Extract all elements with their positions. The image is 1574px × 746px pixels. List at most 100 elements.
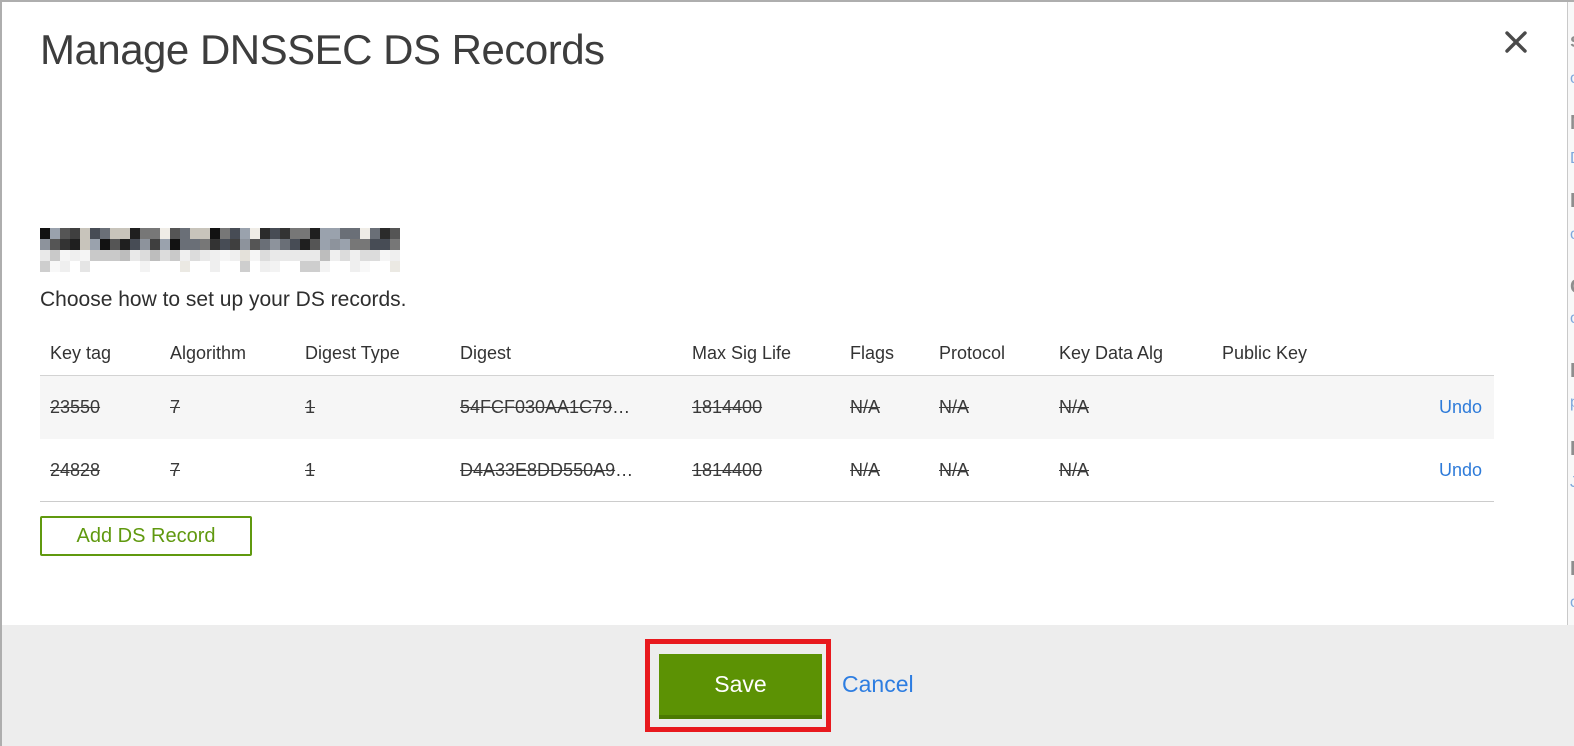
redaction-pixel	[130, 239, 140, 250]
column-header: Public Key	[1222, 343, 1308, 363]
redaction-pixel	[80, 261, 90, 272]
redaction-pixel	[50, 261, 60, 272]
redaction-pixel	[130, 250, 140, 261]
redaction-pixel	[90, 228, 100, 239]
redaction-pixel	[320, 261, 330, 272]
cell-value: N/A	[1059, 397, 1090, 417]
redaction-pixel	[200, 261, 210, 272]
close-icon[interactable]	[1500, 26, 1532, 58]
redaction-pixel	[160, 250, 170, 261]
redaction-pixel	[170, 250, 180, 261]
redaction-pixel	[260, 239, 270, 250]
redaction-pixel	[40, 239, 50, 250]
redaction-pixel	[290, 239, 300, 250]
redaction-pixel	[120, 261, 130, 272]
redaction-pixel	[190, 261, 200, 272]
redaction-pixel	[190, 228, 200, 239]
cell-value: 1	[305, 397, 316, 417]
redaction-pixel	[230, 250, 240, 261]
page-title: Manage DNSSEC DS Records	[40, 26, 605, 73]
table-cell: 1814400	[682, 397, 840, 418]
save-button[interactable]: Save	[659, 654, 822, 719]
redaction-pixel	[100, 250, 110, 261]
redaction-pixel	[190, 239, 200, 250]
redaction-pixel	[210, 250, 220, 261]
redaction-pixel	[60, 250, 70, 261]
redaction-pixel	[260, 261, 270, 272]
cell-value: N/A	[850, 397, 881, 417]
dnssec-modal: Manage DNSSEC DS Records Choose how to s…	[0, 0, 1574, 746]
clipped-background-text: s	[1570, 30, 1574, 53]
redaction-pixel	[350, 250, 360, 261]
clipped-background-text: o	[1570, 310, 1574, 328]
redaction-pixel	[330, 239, 340, 250]
redaction-pixel	[290, 228, 300, 239]
cancel-link[interactable]: Cancel	[842, 671, 914, 698]
redaction-pixel	[280, 261, 290, 272]
redaction-pixel	[180, 261, 190, 272]
redaction-pixel	[340, 250, 350, 261]
redaction-pixel	[360, 261, 370, 272]
cell-value: 24828	[50, 459, 101, 480]
redaction-pixel	[180, 228, 190, 239]
redaction-pixel	[180, 239, 190, 250]
table-cell: N/A	[840, 397, 929, 418]
redaction-pixel	[170, 228, 180, 239]
redaction-pixel	[120, 250, 130, 261]
redaction-pixel	[370, 261, 380, 272]
redaction-pixel	[50, 239, 60, 250]
redaction-pixel	[130, 261, 140, 272]
redaction-pixel	[370, 228, 380, 239]
redaction-pixel	[70, 261, 80, 272]
redaction-pixel	[70, 228, 80, 239]
redaction-pixel	[150, 261, 160, 272]
redaction-pixel	[370, 239, 380, 250]
redaction-pixel	[150, 228, 160, 239]
redaction-pixel	[110, 228, 120, 239]
clipped-background-text: L	[1570, 190, 1574, 213]
cell-value: D4A33E8DD550A9	[460, 459, 616, 480]
column-header: Key tag	[50, 343, 112, 363]
redaction-pixel	[210, 239, 220, 250]
redaction-pixel	[250, 228, 260, 239]
redaction-pixel	[350, 228, 360, 239]
redaction-pixel	[380, 261, 390, 272]
redaction-pixel	[160, 239, 170, 250]
column-header: Protocol	[939, 343, 1006, 363]
table-row: 24828 7 1 D4A33E8DD550A9… 1814400 N/A N/A N/A Un…	[40, 439, 1494, 502]
clipped-background-text: C	[1570, 276, 1574, 299]
column-header: Algorithm	[170, 343, 247, 363]
redaction-pixel	[190, 250, 200, 261]
ellipsis: …	[612, 397, 631, 417]
table-cell: 24828	[40, 460, 160, 481]
redaction-pixel	[360, 228, 370, 239]
redaction-pixel	[200, 250, 210, 261]
redaction-pixel	[140, 239, 150, 250]
redaction-pixel	[280, 239, 290, 250]
redaction-pixel	[320, 228, 330, 239]
redaction-pixel	[360, 239, 370, 250]
redaction-pixel	[260, 228, 270, 239]
modal-footer: Save Cancel	[2, 625, 1574, 746]
redaction-pixel	[230, 228, 240, 239]
redaction-pixel	[370, 250, 380, 261]
redaction-pixel	[300, 250, 310, 261]
undo-link[interactable]: Undo	[1439, 397, 1482, 417]
add-ds-record-button[interactable]: Add DS Record	[40, 516, 252, 556]
redacted-domain-name	[40, 228, 400, 272]
clipped-background-text: P	[1570, 438, 1574, 461]
undo-link[interactable]: Undo	[1439, 460, 1482, 480]
cell-value: 7	[170, 459, 181, 480]
instruction-text: Choose how to set up your DS records.	[40, 288, 407, 311]
redaction-pixel	[270, 228, 280, 239]
redaction-pixel	[170, 239, 180, 250]
table-cell: D4A33E8DD550A9…	[450, 460, 682, 481]
annotation-highlight: Save	[645, 639, 831, 732]
cell-value: 1814400	[692, 397, 763, 417]
redaction-pixel	[230, 261, 240, 272]
redaction-pixel	[80, 228, 90, 239]
redaction-pixel	[360, 250, 370, 261]
redaction-pixel	[230, 239, 240, 250]
redaction-pixel	[140, 261, 150, 272]
table-cell: N/A	[929, 460, 1049, 481]
